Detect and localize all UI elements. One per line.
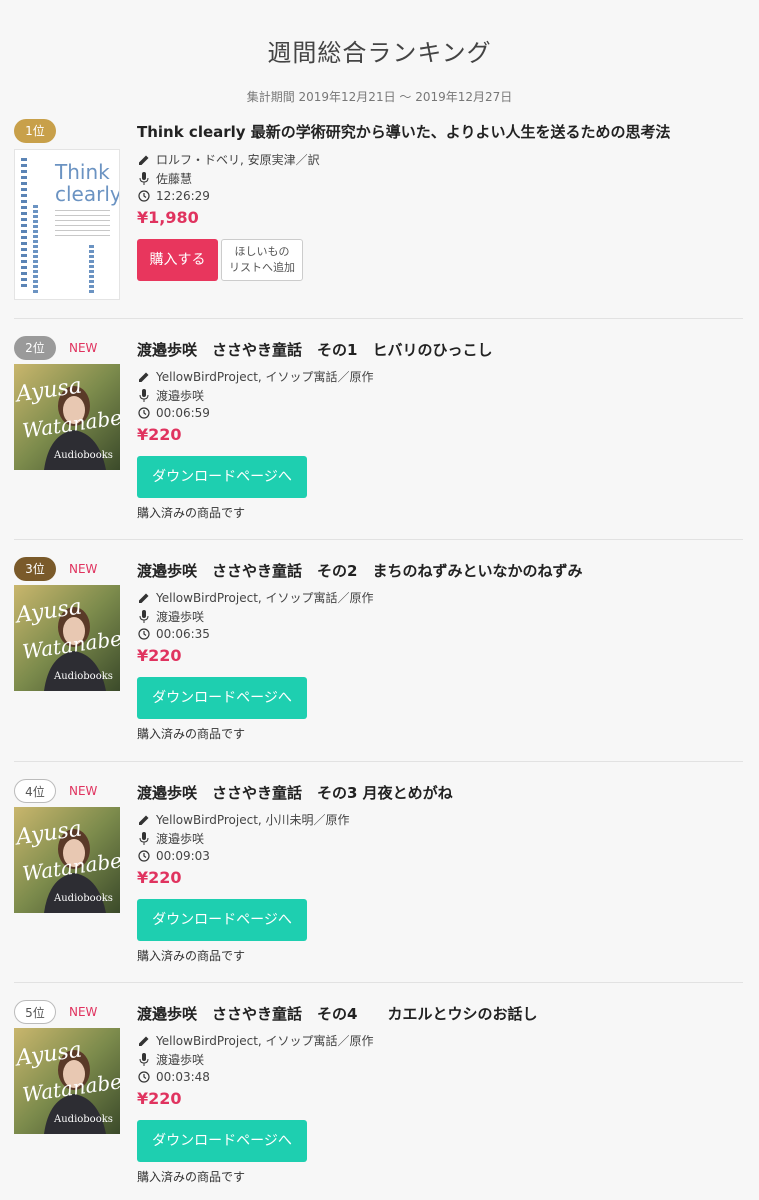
price: ¥220 xyxy=(137,425,182,444)
duration-text: 00:06:59 xyxy=(156,406,210,420)
cover-subtitle: Audiobooks xyxy=(54,893,113,904)
cover-spine-text xyxy=(21,158,27,290)
purchased-note: 購入済みの商品です xyxy=(137,949,246,963)
download-page-button[interactable]: ダウンロードページへ xyxy=(137,456,307,498)
download-page-button[interactable]: ダウンロードページへ xyxy=(137,899,307,941)
new-badge: NEW xyxy=(69,784,98,798)
author-text: YellowBirdProject, イソップ寓話／原作 xyxy=(156,1034,374,1048)
cover-title-line1: Think xyxy=(55,160,110,184)
duration-text: 00:03:48 xyxy=(156,1070,210,1084)
narrator-text: 渡邉歩咲 xyxy=(156,389,205,403)
microphone-icon xyxy=(137,832,151,846)
author-text: YellowBirdProject, 小川未明／原作 xyxy=(156,813,350,827)
cover-vertical-text xyxy=(33,205,38,295)
new-badge: NEW xyxy=(69,1005,98,1019)
rank-badge: 1位 xyxy=(14,119,56,143)
new-badge: NEW xyxy=(69,562,98,576)
price: ¥220 xyxy=(137,868,182,887)
divider xyxy=(14,982,743,983)
microphone-icon xyxy=(137,389,151,403)
author-text: ロルフ・ドベリ, 安原実津／訳 xyxy=(156,153,320,167)
wishlist-label-line1: ほしいもの xyxy=(234,245,290,258)
cover-subtitle: Audiobooks xyxy=(54,450,113,461)
rank-badge: 4位 xyxy=(14,779,56,803)
clock-icon xyxy=(137,627,151,641)
author-row: YellowBirdProject, イソップ寓話／原作 xyxy=(137,589,374,606)
narrator-row: 渡邉歩咲 xyxy=(137,387,204,404)
author-text: YellowBirdProject, イソップ寓話／原作 xyxy=(156,591,374,605)
pencil-icon xyxy=(137,153,151,167)
clock-icon xyxy=(137,406,151,420)
book-cover[interactable]: Think clearly xyxy=(14,149,120,300)
divider xyxy=(14,539,743,540)
price: ¥1,980 xyxy=(137,208,199,227)
cover-vertical-text xyxy=(89,245,94,295)
item-title[interactable]: 渡邉歩咲 ささやき童話 その4 カエルとウシのお話し xyxy=(137,1003,537,1024)
cover-subtitle: Audiobooks xyxy=(54,1114,113,1125)
narrator-text: 渡邉歩咲 xyxy=(156,1053,205,1067)
cover-subtitle: Audiobooks xyxy=(54,671,113,682)
author-row: ロルフ・ドベリ, 安原実津／訳 xyxy=(137,151,320,168)
author-row: YellowBirdProject, イソップ寓話／原作 xyxy=(137,368,374,385)
buy-button[interactable]: 購入する xyxy=(137,239,218,281)
wishlist-label-line2: リストへ追加 xyxy=(229,261,295,274)
rank-badge: 3位 xyxy=(14,557,56,581)
aggregation-period: 集計期間 2019年12月21日 〜 2019年12月27日 xyxy=(246,90,513,104)
rank-badge: 2位 xyxy=(14,336,56,360)
book-cover[interactable]: Ayusa Watanabe Audiobooks xyxy=(14,1028,120,1134)
duration-row: 00:06:35 xyxy=(137,627,210,641)
book-cover[interactable]: Ayusa Watanabe Audiobooks xyxy=(14,364,120,470)
clock-icon xyxy=(137,1070,151,1084)
page-title: 週間総合ランキング xyxy=(267,39,492,67)
duration-text: 00:09:03 xyxy=(156,849,210,863)
item-title[interactable]: 渡邉歩咲 ささやき童話 その3 月夜とめがね xyxy=(137,782,453,803)
narrator-row: 渡邉歩咲 xyxy=(137,830,204,847)
item-title[interactable]: Think clearly 最新の学術研究から導いた、よりよい人生を送るための思… xyxy=(137,121,671,142)
divider xyxy=(14,318,743,319)
price: ¥220 xyxy=(137,1089,182,1108)
author-text: YellowBirdProject, イソップ寓話／原作 xyxy=(156,370,374,384)
microphone-icon xyxy=(137,610,151,624)
narrator-row: 渡邉歩咲 xyxy=(137,608,204,625)
rank-badge: 5位 xyxy=(14,1000,56,1024)
purchased-note: 購入済みの商品です xyxy=(137,506,246,520)
add-to-wishlist-button[interactable]: ほしいもの リストへ追加 xyxy=(221,239,303,281)
book-cover[interactable]: Ayusa Watanabe Audiobooks xyxy=(14,585,120,691)
purchased-note: 購入済みの商品です xyxy=(137,727,246,741)
microphone-icon xyxy=(137,172,151,186)
duration-row: 00:06:59 xyxy=(137,406,210,420)
download-page-button[interactable]: ダウンロードページへ xyxy=(137,1120,307,1162)
pencil-icon xyxy=(137,591,151,605)
pencil-icon xyxy=(137,813,151,827)
pencil-icon xyxy=(137,1034,151,1048)
item-title[interactable]: 渡邉歩咲 ささやき童話 その2 まちのねずみといなかのねずみ xyxy=(137,560,582,581)
clock-icon xyxy=(137,849,151,863)
author-row: YellowBirdProject, イソップ寓話／原作 xyxy=(137,1032,374,1049)
duration-text: 12:26:29 xyxy=(156,189,210,203)
duration-text: 00:06:35 xyxy=(156,627,210,641)
divider xyxy=(14,761,743,762)
duration-row: 00:03:48 xyxy=(137,1070,210,1084)
narrator-text: 渡邉歩咲 xyxy=(156,832,205,846)
cover-title-line2: clearly xyxy=(55,182,120,206)
microphone-icon xyxy=(137,1053,151,1067)
pencil-icon xyxy=(137,370,151,384)
narrator-text: 渡邉歩咲 xyxy=(156,610,205,624)
new-badge: NEW xyxy=(69,341,98,355)
narrator-row: 佐藤慧 xyxy=(137,170,192,187)
price: ¥220 xyxy=(137,646,182,665)
author-row: YellowBirdProject, 小川未明／原作 xyxy=(137,811,350,828)
clock-icon xyxy=(137,189,151,203)
cover-small-text xyxy=(55,210,110,240)
purchased-note: 購入済みの商品です xyxy=(137,1170,246,1184)
book-cover[interactable]: Ayusa Watanabe Audiobooks xyxy=(14,807,120,913)
download-page-button[interactable]: ダウンロードページへ xyxy=(137,677,307,719)
duration-row: 00:09:03 xyxy=(137,849,210,863)
item-title[interactable]: 渡邉歩咲 ささやき童話 その1 ヒバリのひっこし xyxy=(137,339,492,360)
duration-row: 12:26:29 xyxy=(137,189,210,203)
narrator-text: 佐藤慧 xyxy=(156,172,193,186)
narrator-row: 渡邉歩咲 xyxy=(137,1051,204,1068)
